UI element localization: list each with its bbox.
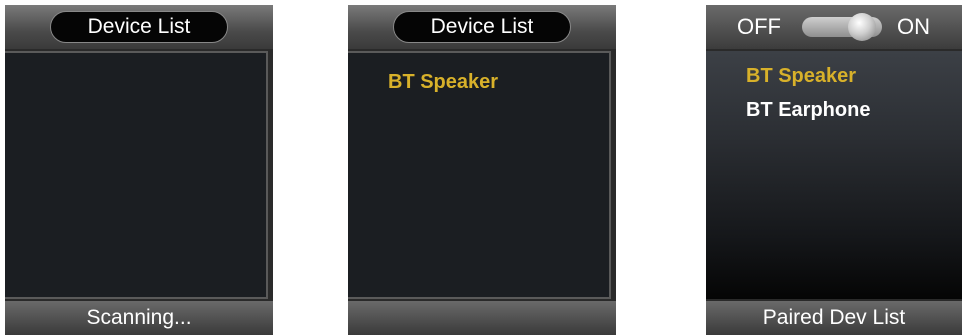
paired-device-panel: BT Speaker BT Earphone [706,51,962,299]
status-footer: Scanning... [5,301,273,335]
header-bar: Device List [348,5,616,49]
screen-title: Device List [50,11,228,43]
device-item-bt-speaker[interactable]: BT Speaker [746,65,856,88]
device-item-bt-speaker[interactable]: BT Speaker [388,71,498,94]
bluetooth-toggle-header: OFF ON [706,5,962,49]
bluetooth-toggle-switch[interactable] [802,13,882,41]
paired-list-screen: OFF ON BT Speaker BT Earphone Paired Dev… [706,5,962,335]
device-list-panel[interactable] [5,51,268,299]
device-list-panel: BT Speaker [348,51,611,299]
status-footer [348,301,616,335]
header-bar: Device List [5,5,273,49]
paired-dev-list-footer[interactable]: Paired Dev List [706,301,962,335]
toggle-on-label: ON [897,14,930,39]
screen-title: Device List [393,11,571,43]
device-found-screen: Device List BT Speaker [348,5,616,335]
scanning-screen: Device List Scanning... [5,5,273,335]
toggle-off-label: OFF [737,14,781,39]
toggle-knob[interactable] [848,13,876,41]
device-item-bt-earphone[interactable]: BT Earphone [746,99,870,122]
